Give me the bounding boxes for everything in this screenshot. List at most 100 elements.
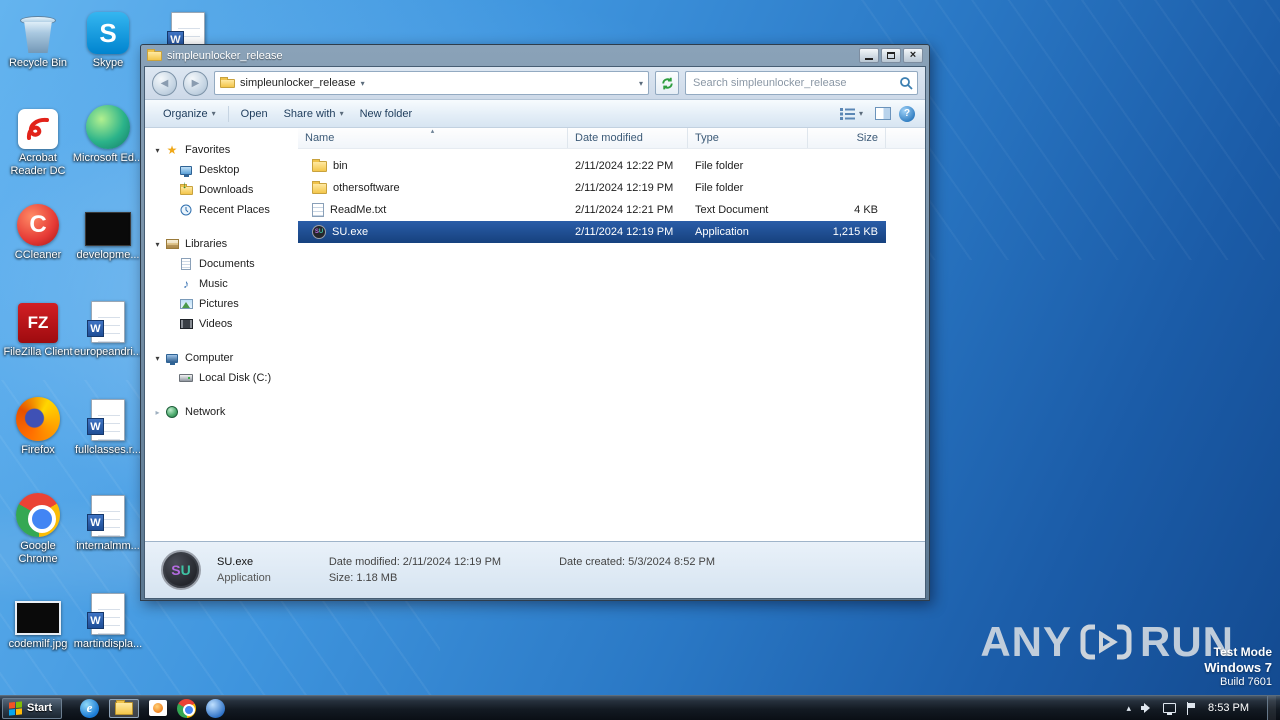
sidebar-item-downloads[interactable]: ↓ Downloads [145, 180, 298, 200]
icon-label: Recycle Bin [8, 57, 68, 69]
details-size: Size: 1.18 MB [328, 572, 398, 584]
column-headers: Name ▴ Date modified Type Size [298, 128, 925, 149]
icon-label: developme... [76, 249, 140, 261]
chevron-down-icon: ▾ [211, 109, 216, 118]
desktop-icon-fullclasses[interactable]: W fullclasses.r... [70, 393, 146, 457]
expand-arrow-icon[interactable]: ▸ [151, 408, 164, 417]
show-desktop-button[interactable] [1267, 695, 1276, 720]
desktop-icon-internalmm[interactable]: W internalmm... [70, 489, 146, 553]
search-input[interactable] [693, 77, 899, 89]
file-row-othersoftware[interactable]: othersoftware 2/11/2024 12:19 PM File fo… [298, 177, 886, 199]
back-button[interactable]: ◀ [152, 70, 177, 96]
taskbar-internet-explorer-icon[interactable]: e [80, 698, 100, 718]
refresh-icon [661, 77, 673, 89]
organize-button[interactable]: Organize ▾ [155, 104, 224, 124]
file-row-readme[interactable]: ReadMe.txt 2/11/2024 12:21 PM Text Docum… [298, 199, 886, 221]
file-row-su-exe-selected[interactable]: SU SU.exe 2/11/2024 12:19 PM Application… [298, 221, 886, 243]
taskbar-app-icon-blue[interactable] [206, 698, 226, 718]
open-button[interactable]: Open [233, 104, 276, 124]
favorites-star-icon: ★ [166, 143, 178, 157]
address-history-chevron-icon[interactable]: ▾ [639, 79, 643, 88]
desktop-icon-developme[interactable]: developme... [70, 198, 146, 262]
search-icon[interactable] [899, 76, 914, 91]
close-button[interactable]: × [903, 48, 923, 63]
word-document-icon: W [87, 593, 125, 635]
taskbar-clock[interactable]: 8:53 PM [1206, 702, 1257, 714]
toolbar-divider [227, 105, 229, 122]
navigation-pane: ▾ ★ Favorites Desktop ↓ Downloads Recent… [145, 128, 298, 541]
desktop-icon-martindispla[interactable]: W martindispla... [70, 587, 146, 651]
sidebar-item-videos[interactable]: Videos [145, 314, 298, 334]
file-row-bin[interactable]: bin 2/11/2024 12:22 PM File folder [298, 155, 886, 177]
start-button[interactable]: Start [2, 697, 63, 719]
chevron-down-icon[interactable]: ▾ [361, 79, 365, 88]
organize-label: Organize [163, 107, 208, 120]
details-pane: SU SU.exe Application Date modified: 2/1… [145, 541, 925, 598]
network-label: Network [185, 406, 226, 418]
system-tray: ▴ 8:53 PM [1127, 695, 1280, 720]
windows-flag-icon [9, 700, 22, 716]
word-document-icon: W [87, 301, 125, 343]
desktop-icon-chrome[interactable]: Google Chrome [0, 489, 76, 566]
desktop-icon-europeandri[interactable]: W europeandri... [70, 295, 146, 359]
desktop-icon-codemilf-jpg[interactable]: codemilf.jpg [0, 587, 76, 651]
acrobat-icon [18, 109, 58, 149]
taskbar-media-icon[interactable] [149, 700, 168, 716]
share-with-button[interactable]: Share with ▾ [276, 104, 352, 124]
network-tray-icon[interactable] [1163, 703, 1177, 715]
sidebar-item-recent-places[interactable]: Recent Places [145, 200, 298, 220]
refresh-button[interactable] [655, 71, 679, 95]
minimize-button[interactable] [859, 48, 879, 63]
change-view-button[interactable]: ▾ [836, 103, 867, 124]
sidebar-item-pictures[interactable]: Pictures [145, 294, 298, 314]
desktop-icon-acrobat[interactable]: Acrobat Reader DC [0, 101, 76, 178]
icon-label: Firefox [21, 444, 55, 456]
icon-label: codemilf.jpg [8, 638, 68, 650]
desktop-icon-recycle-bin[interactable]: Recycle Bin [0, 6, 76, 70]
window-titlebar[interactable]: simpleunlocker_release × [144, 45, 926, 66]
address-bar[interactable]: simpleunlocker_release ▾ ▾ [214, 71, 649, 95]
taskbar-explorer-icon-active[interactable] [109, 698, 140, 718]
column-header-name[interactable]: Name ▴ [298, 128, 568, 148]
desktop-icon-skype[interactable]: S Skype [70, 6, 146, 70]
sidebar-item-music[interactable]: ♪ Music [145, 274, 298, 294]
collapse-arrow-icon[interactable]: ▾ [151, 354, 164, 363]
folder-icon [312, 180, 327, 194]
maximize-button[interactable] [881, 48, 901, 63]
taskbar: Start e ▴ 8:53 PM [0, 695, 1280, 720]
desktop-icon-firefox[interactable]: Firefox [0, 393, 76, 457]
build-line: Build 7601 [1220, 676, 1272, 688]
forward-button[interactable]: ▶ [183, 70, 208, 96]
collapse-arrow-icon[interactable]: ▾ [151, 146, 164, 155]
action-center-flag-icon[interactable] [1186, 701, 1196, 715]
image-thumbnail-icon [85, 212, 131, 246]
desktop-icon-ccleaner[interactable]: C CCleaner [0, 198, 76, 262]
network-icon [164, 405, 180, 419]
desktop-icon-microsoft-edge[interactable]: Microsoft Ed... [70, 101, 146, 165]
preview-pane-button[interactable] [875, 107, 891, 120]
column-header-date-modified[interactable]: Date modified [568, 128, 688, 148]
sidebar-item-desktop[interactable]: Desktop [145, 160, 298, 180]
help-button[interactable]: ? [899, 105, 915, 122]
icon-label: Google Chrome [18, 540, 58, 565]
test-mode-label: Test Mode Windows 7 Build 7601 [1204, 645, 1272, 690]
taskbar-chrome-icon[interactable] [177, 698, 197, 718]
volume-icon[interactable] [1141, 702, 1153, 714]
sidebar-group-libraries[interactable]: ▾ Libraries [145, 235, 298, 254]
collapse-arrow-icon[interactable]: ▾ [151, 240, 164, 249]
sidebar-group-network[interactable]: ▸ Network [145, 403, 298, 422]
column-header-type[interactable]: Type [688, 128, 808, 148]
new-folder-button[interactable]: New folder [352, 104, 421, 124]
details-date-created: Date created: 5/3/2024 8:52 PM [559, 556, 716, 568]
hidden-icons-chevron-icon[interactable]: ▴ [1127, 703, 1132, 714]
sidebar-group-favorites[interactable]: ▾ ★ Favorites [145, 141, 298, 160]
details-file-type: Application [217, 572, 271, 584]
sidebar-item-local-disk-c[interactable]: Local Disk (C:) [145, 368, 298, 388]
details-file-name: SU.exe [217, 556, 254, 568]
column-header-size[interactable]: Size [808, 128, 886, 148]
breadcrumb[interactable]: simpleunlocker_release [240, 77, 356, 89]
desktop-icon-filezilla[interactable]: FZ FileZilla Client [0, 295, 76, 359]
command-bar: Organize ▾ Open Share with ▾ New folder [145, 100, 925, 128]
sidebar-item-documents[interactable]: Documents [145, 254, 298, 274]
sidebar-group-computer[interactable]: ▾ Computer [145, 349, 298, 368]
